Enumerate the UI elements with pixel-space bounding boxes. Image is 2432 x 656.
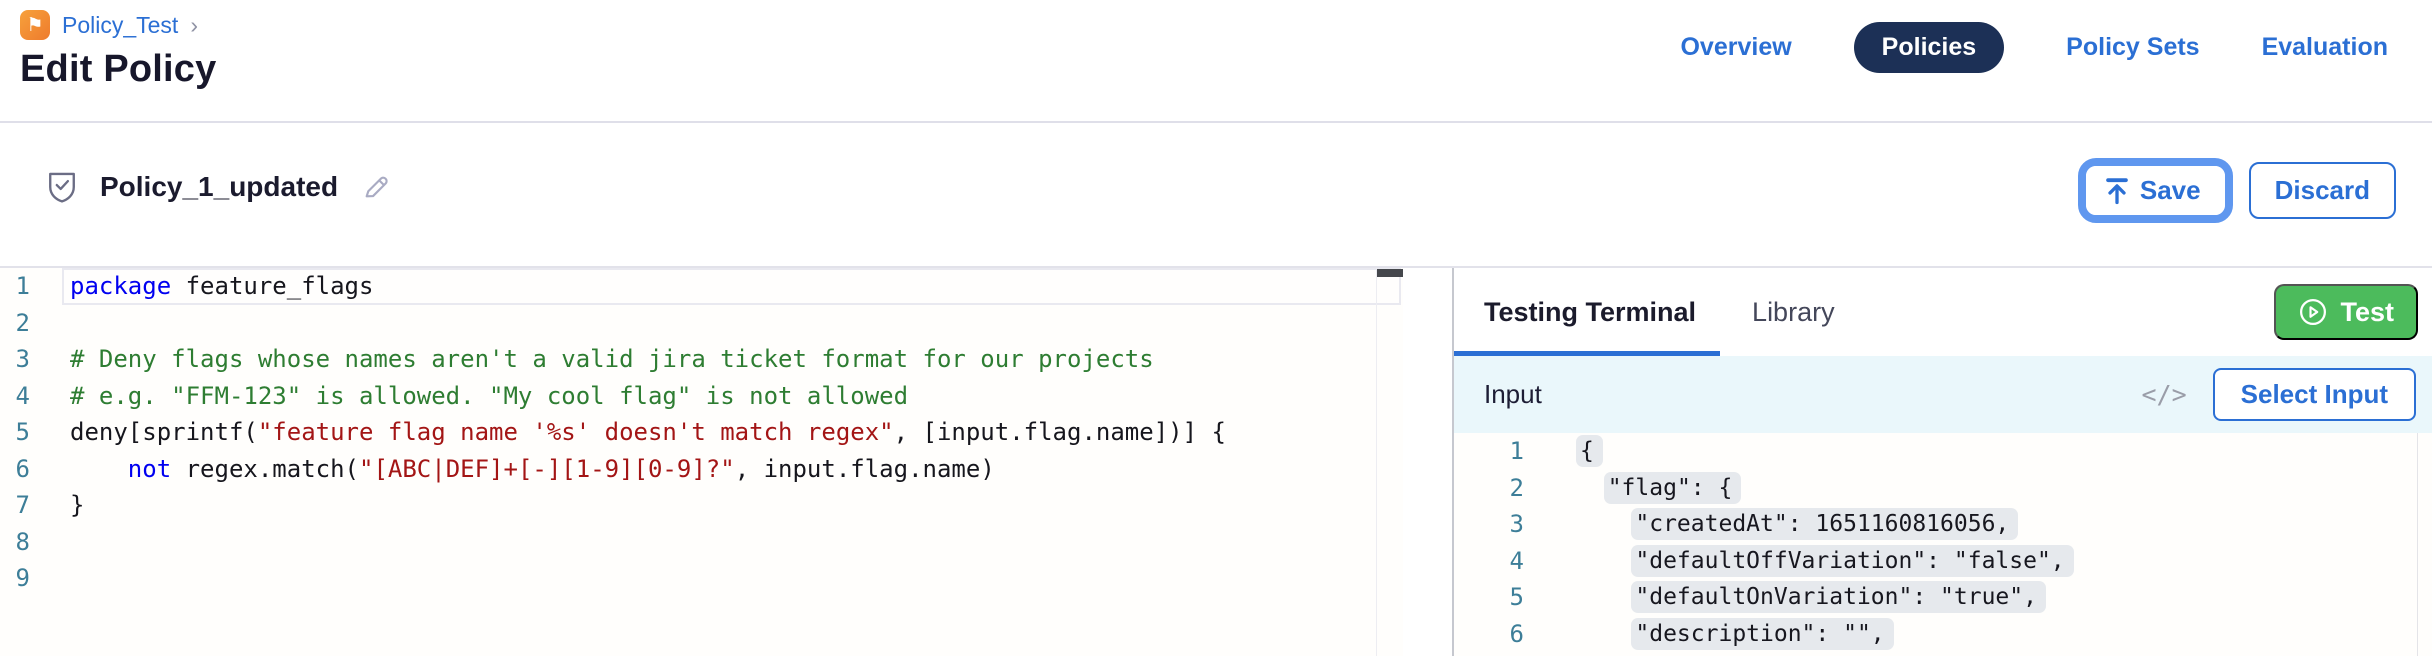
json-text: { xyxy=(1524,438,1603,464)
code-text: deny[sprintf("feature flag name '%s' doe… xyxy=(30,418,1226,446)
code-view-toggle-icon[interactable]: </> xyxy=(2141,380,2186,409)
code-text: # e.g. "FFM-123" is allowed. "My cool fl… xyxy=(30,382,908,410)
test-button-label: Test xyxy=(2340,297,2394,328)
json-line[interactable]: 3 "createdAt": 1651160816056, xyxy=(1454,506,2432,543)
line-number: 3 xyxy=(1454,510,1524,538)
json-text: "defaultOnVariation": "true", xyxy=(1524,584,2046,610)
policy-shield-check-icon xyxy=(46,170,78,204)
tab-policy-sets[interactable]: Policy Sets xyxy=(2066,33,2199,62)
edit-policy-page: ⚑ Policy_Test › Edit Policy Overview Poli… xyxy=(0,0,2432,656)
code-line[interactable]: 9 xyxy=(0,560,1403,597)
code-line[interactable]: 8 xyxy=(0,524,1403,561)
editor-scrollbar-thumb[interactable] xyxy=(1377,269,1403,277)
code-line[interactable]: 3# Deny flags whose names aren't a valid… xyxy=(0,341,1403,378)
input-actions: </> Select Input xyxy=(2141,368,2416,421)
json-line[interactable]: 6 "description": "", xyxy=(1454,616,2432,653)
line-number: 4 xyxy=(0,382,30,410)
select-input-button[interactable]: Select Input xyxy=(2213,368,2416,421)
line-number: 1 xyxy=(1454,437,1524,465)
line-number: 6 xyxy=(1454,620,1524,648)
code-line[interactable]: 2 xyxy=(0,305,1403,342)
feature-flags-logo-icon: ⚑ xyxy=(20,10,50,40)
policy-title-row: Policy_1_updated xyxy=(46,170,392,204)
header-divider xyxy=(0,121,2432,123)
save-button-focus-ring: Save xyxy=(2078,158,2233,223)
breadcrumb: ⚑ Policy_Test › xyxy=(20,10,198,40)
json-text: "description": "", xyxy=(1524,621,1894,647)
json-lines: 1{2 "flag": {3 "createdAt": 165116081605… xyxy=(1454,433,2432,652)
breadcrumb-project-link[interactable]: Policy_Test xyxy=(62,12,178,39)
code-line[interactable]: 1package feature_flags xyxy=(0,268,1403,305)
editor-scrollbar-track xyxy=(1376,268,1377,656)
json-line[interactable]: 4 "defaultOffVariation": "false", xyxy=(1454,543,2432,580)
line-number: 7 xyxy=(0,491,30,519)
input-json-editor[interactable]: 1{2 "flag": {3 "createdAt": 165116081605… xyxy=(1454,433,2432,656)
json-line[interactable]: 5 "defaultOnVariation": "true", xyxy=(1454,579,2432,616)
test-button[interactable]: Test xyxy=(2274,284,2418,340)
discard-button[interactable]: Discard xyxy=(2249,162,2396,219)
code-text: # Deny flags whose names aren't a valid … xyxy=(30,345,1154,373)
code-line[interactable]: 5deny[sprintf("feature flag name '%s' do… xyxy=(0,414,1403,451)
line-number: 9 xyxy=(0,564,30,592)
save-button-label: Save xyxy=(2140,175,2201,206)
code-line[interactable]: 7} xyxy=(0,487,1403,524)
policy-code-editor[interactable]: 1package feature_flags23# Deny flags who… xyxy=(0,268,1403,656)
page-title: Edit Policy xyxy=(20,48,216,91)
edit-pencil-icon[interactable] xyxy=(360,171,392,203)
tab-overview[interactable]: Overview xyxy=(1680,33,1791,62)
tab-policies[interactable]: Policies xyxy=(1854,22,2005,73)
code-line[interactable]: 4# e.g. "FFM-123" is allowed. "My cool f… xyxy=(0,378,1403,415)
chevron-right-icon: › xyxy=(190,12,198,39)
input-bar: Input </> Select Input xyxy=(1454,356,2432,433)
code-text: } xyxy=(30,491,84,519)
nav-tabs: Overview Policies Policy Sets Evaluation xyxy=(1680,22,2388,73)
tab-evaluation[interactable]: Evaluation xyxy=(2262,33,2388,62)
toolbar-buttons: Save Discard xyxy=(2078,158,2396,223)
json-text: "createdAt": 1651160816056, xyxy=(1524,511,2018,537)
play-circle-icon xyxy=(2298,297,2328,327)
json-scrollbar-track xyxy=(2417,433,2418,656)
policy-name: Policy_1_updated xyxy=(100,171,338,203)
input-label: Input xyxy=(1484,379,1542,410)
line-number: 6 xyxy=(0,455,30,483)
terminal-tab-testing-terminal[interactable]: Testing Terminal xyxy=(1484,268,1696,356)
terminal-tabs: Testing Terminal Library Test xyxy=(1454,268,2432,356)
terminal-tab-library[interactable]: Library xyxy=(1752,268,1835,356)
json-text: "defaultOffVariation": "false", xyxy=(1524,548,2074,574)
testing-terminal-panel: Testing Terminal Library Test Input </> S… xyxy=(1454,268,2432,656)
code-lines: 1package feature_flags23# Deny flags who… xyxy=(0,268,1403,597)
line-number: 3 xyxy=(0,345,30,373)
json-line[interactable]: 1{ xyxy=(1454,433,2432,470)
code-line[interactable]: 6 not regex.match("[ABC|DEF]+[-][1-9][0-… xyxy=(0,451,1403,488)
line-number: 2 xyxy=(1454,474,1524,502)
line-number: 1 xyxy=(0,272,30,300)
line-number: 5 xyxy=(0,418,30,446)
code-text: package feature_flags xyxy=(30,272,373,300)
line-number: 2 xyxy=(0,309,30,337)
json-text: "flag": { xyxy=(1524,475,1741,501)
line-number: 8 xyxy=(0,528,30,556)
line-number: 4 xyxy=(1454,547,1524,575)
line-number: 5 xyxy=(1454,583,1524,611)
save-button[interactable]: Save xyxy=(2086,166,2225,215)
code-text: not regex.match("[ABC|DEF]+[-][1-9][0-9]… xyxy=(30,455,995,483)
json-line[interactable]: 2 "flag": { xyxy=(1454,470,2432,507)
discard-button-label: Discard xyxy=(2275,175,2370,206)
upload-arrow-icon xyxy=(2104,177,2130,205)
